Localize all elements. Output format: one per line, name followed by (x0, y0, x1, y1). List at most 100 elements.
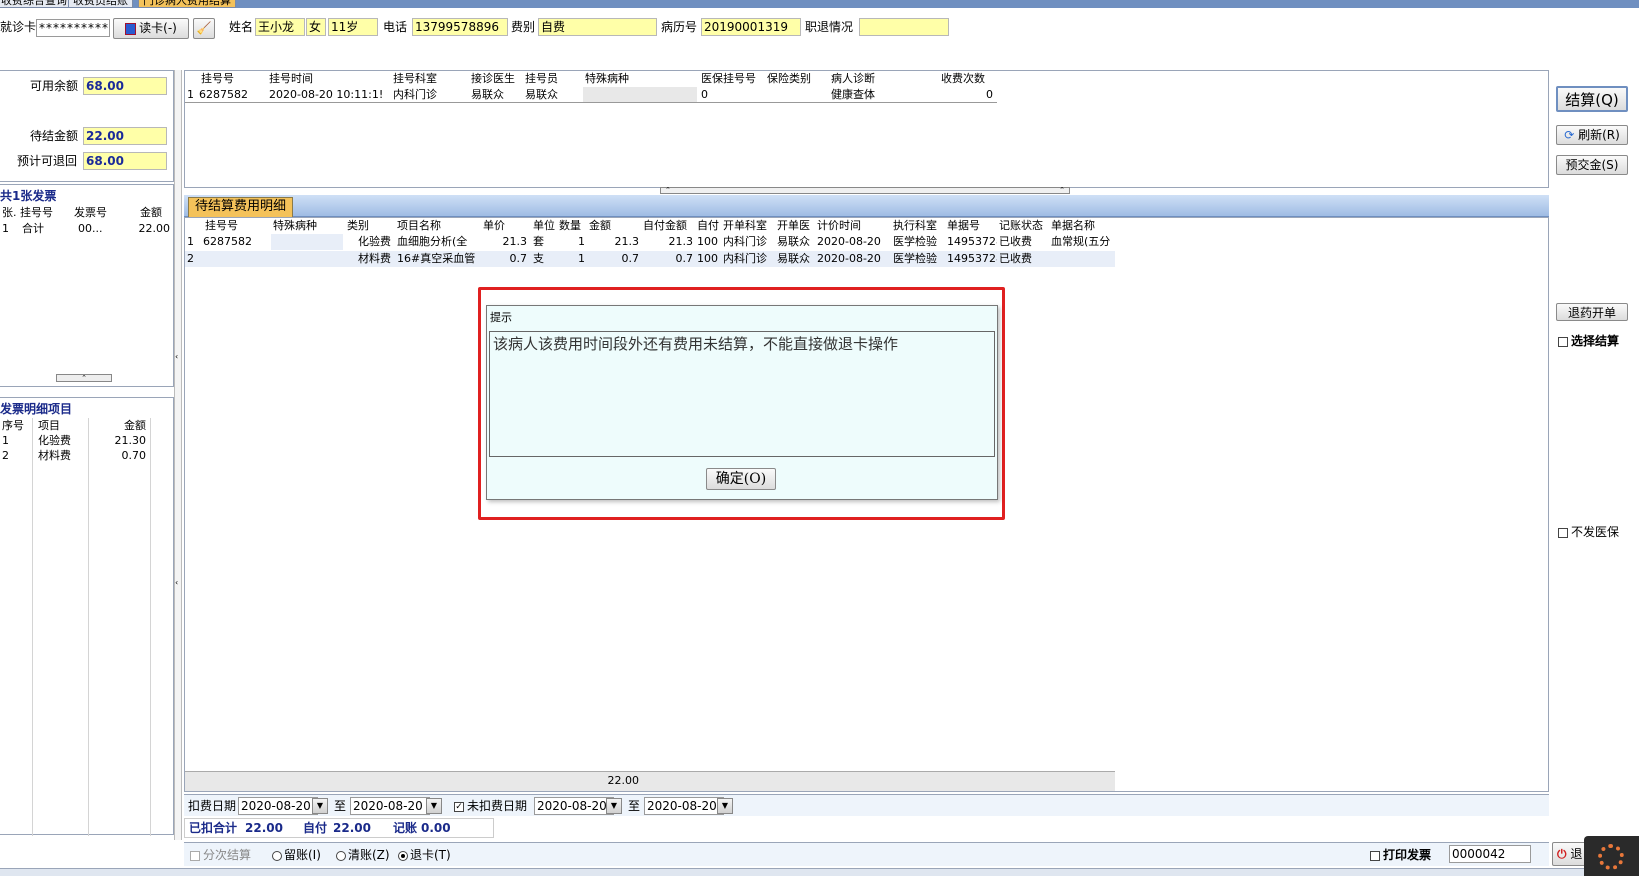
collapse-left-icon[interactable]: ‹ (175, 352, 178, 361)
row-self-ratio: 100 (697, 252, 718, 265)
item-amount: 0.70 (121, 449, 147, 462)
table-row[interactable]: 1 合计 00... 22.00 (0, 221, 172, 237)
ok-button[interactable]: 确定(O) (706, 468, 776, 490)
retire-label: 职退情况 (805, 20, 854, 34)
table-row[interactable]: 1 6287582 化验费 血细胞分析(全 21.3 套 1 21.3 21.3… (185, 234, 1115, 250)
retire-field[interactable] (859, 18, 949, 36)
registration-header-row: 挂号号 挂号时间 挂号科室 接诊医生 挂号员 特殊病种 医保挂号号 保险类别 病… (185, 71, 997, 87)
self-label: 自付 (303, 821, 328, 835)
invoice-items-panel: 发票明细项目 序号 项目 金额 1 化验费 21.30 2 材料费 0.70 (0, 397, 174, 836)
checkbox-icon (1370, 850, 1380, 861)
refund-slip-button[interactable]: 退药开单 (1556, 303, 1628, 321)
detail-total-amount: 22.00 (607, 774, 640, 787)
card-input[interactable]: *********** (36, 19, 110, 37)
item-seq: 2 (2, 449, 9, 462)
no-insurance-checkbox[interactable]: 不发医保 (1558, 524, 1619, 540)
chevron-down-icon[interactable]: ▼ (606, 798, 622, 814)
horizontal-splitter[interactable]: ⌃ ⌃ (660, 187, 1070, 194)
col-reg-dept: 挂号科室 (393, 72, 437, 85)
col-insurance-reg: 医保挂号号 (701, 72, 756, 85)
col-category: 类别 (347, 219, 369, 232)
row-bill-name (1049, 251, 1115, 267)
splitter-handle[interactable]: ⌃ (56, 374, 112, 382)
undeducted-from-field[interactable]: 2020-08-20 (534, 797, 614, 815)
tab-outpatient-settle[interactable]: 门诊病人费用结算 (138, 0, 236, 8)
return-card-radio[interactable]: 退卡(T) (398, 847, 451, 863)
table-row[interactable]: 2 材料费 16#真空采血管 0.7 支 1 0.7 0.7 100 内科门诊 … (185, 251, 1115, 267)
invoice-items-title: 发票明细项目 (0, 402, 73, 416)
row-index: 1 (187, 235, 194, 248)
balance-panel: 可用余额 68.00 待结金额 22.00 预计可退回 68.00 (0, 70, 174, 182)
refund-field: 68.00 (83, 152, 167, 170)
exit-label: 退 (1570, 847, 1583, 861)
row-insurance-type (765, 87, 827, 103)
phone-field[interactable]: 13799578896 (412, 18, 508, 36)
col-registrar: 挂号员 (525, 72, 558, 85)
refresh-label: 刷新(R) (1578, 128, 1620, 142)
to-label-2: 至 (628, 799, 641, 813)
clear-account-radio[interactable]: 清账(Z) (336, 847, 390, 863)
row-category: 化验费 (358, 235, 391, 248)
row-registrar: 易联众 (525, 88, 558, 101)
phone-label: 电话 (383, 20, 408, 34)
vertical-splitter[interactable]: ‹ ‹ (174, 70, 182, 840)
undeducted-to-field[interactable]: 2020-08-20 (644, 797, 724, 815)
invoice-number-field[interactable]: 0000042 (1449, 845, 1531, 863)
col-invoice-no: 发票号 (74, 206, 107, 219)
refresh-button[interactable]: ⟳ 刷新(R) (1556, 125, 1628, 145)
row-self-amount: 0.7 (675, 252, 694, 265)
name-field[interactable]: 王小龙 (255, 18, 305, 36)
tab-pending-details[interactable]: 待结算费用明细 (188, 197, 294, 217)
deducted-label: 已扣合计 (189, 821, 238, 835)
col-unit: 单位 (533, 219, 555, 232)
radio-icon (272, 850, 282, 861)
fee-type-field[interactable]: 自费 (538, 18, 657, 36)
invoice-items-grid: 序号 项目 金额 1 化验费 21.30 2 材料费 0.70 (0, 418, 172, 478)
row-unit: 套 (533, 235, 544, 248)
tab-cashier-settle[interactable]: 收费员结账 (68, 0, 133, 8)
list-item[interactable]: 2 材料费 0.70 (0, 448, 172, 464)
brush-button[interactable]: 🧹 (193, 18, 215, 39)
chevron-down-icon[interactable]: ▼ (312, 798, 328, 814)
radio-selected-icon (398, 850, 408, 861)
col-account-status: 记账状态 (999, 219, 1043, 232)
col-bill-no: 单据号 (947, 219, 980, 232)
item-amount: 21.30 (114, 434, 147, 447)
keep-account-radio[interactable]: 留账(I) (272, 847, 321, 863)
row-amount: 21.3 (614, 235, 640, 248)
row-account-status: 已收费 (999, 235, 1032, 248)
card-reader-icon (125, 22, 137, 35)
record-no-field[interactable]: 20190001319 (701, 18, 801, 36)
select-settle-checkbox[interactable]: 选择结算 (1558, 333, 1619, 349)
row-doctor: 易联众 (471, 88, 504, 101)
collapse-left-icon[interactable]: ‹ (175, 578, 178, 587)
chevron-down-icon[interactable]: ▼ (717, 798, 733, 814)
deduct-from-field[interactable]: 2020-08-20 (238, 797, 318, 815)
clear-account-label: 清账(Z) (348, 848, 390, 862)
chevron-down-icon[interactable]: ▼ (426, 798, 442, 814)
read-card-button[interactable]: 读卡(-) (113, 18, 189, 39)
read-card-label: 读卡(-) (139, 21, 177, 35)
split-settle-checkbox[interactable]: 分次结算 (190, 847, 251, 863)
deduct-to-field[interactable]: 2020-08-20 (350, 797, 430, 815)
age-field[interactable]: 11岁 (328, 18, 378, 36)
list-item[interactable]: 1 化验费 21.30 (0, 433, 172, 449)
sex-field[interactable]: 女 (306, 18, 326, 36)
prepay-button[interactable]: 预交金(S) (1556, 155, 1628, 175)
row-index: 1 (2, 222, 9, 235)
pending-field: 22.00 (83, 127, 167, 145)
row-reg-no: 6287582 (199, 88, 248, 101)
table-row[interactable]: 1 6287582 2020-08-20 10:11:1! 内科门诊 易联众 易… (185, 87, 997, 103)
print-invoice-checkbox[interactable]: 打印发票 (1370, 847, 1431, 863)
row-quantity: 1 (578, 252, 585, 265)
account-value: 0.00 (421, 821, 451, 835)
row-reg-no: 6287582 (203, 235, 252, 248)
row-account-status: 已收费 (999, 252, 1032, 265)
tab-fee-query[interactable]: 收费综合查询 (0, 0, 72, 8)
col-quantity: 数量 (559, 219, 581, 232)
settle-button[interactable]: 结算(Q) (1556, 86, 1628, 112)
settings-gear-icon[interactable] (1584, 836, 1639, 876)
undeducted-checkbox[interactable]: ✓ 未扣费日期 (454, 798, 527, 814)
col-exec-dept: 执行科室 (893, 219, 937, 232)
col-item: 项目 (38, 419, 60, 432)
